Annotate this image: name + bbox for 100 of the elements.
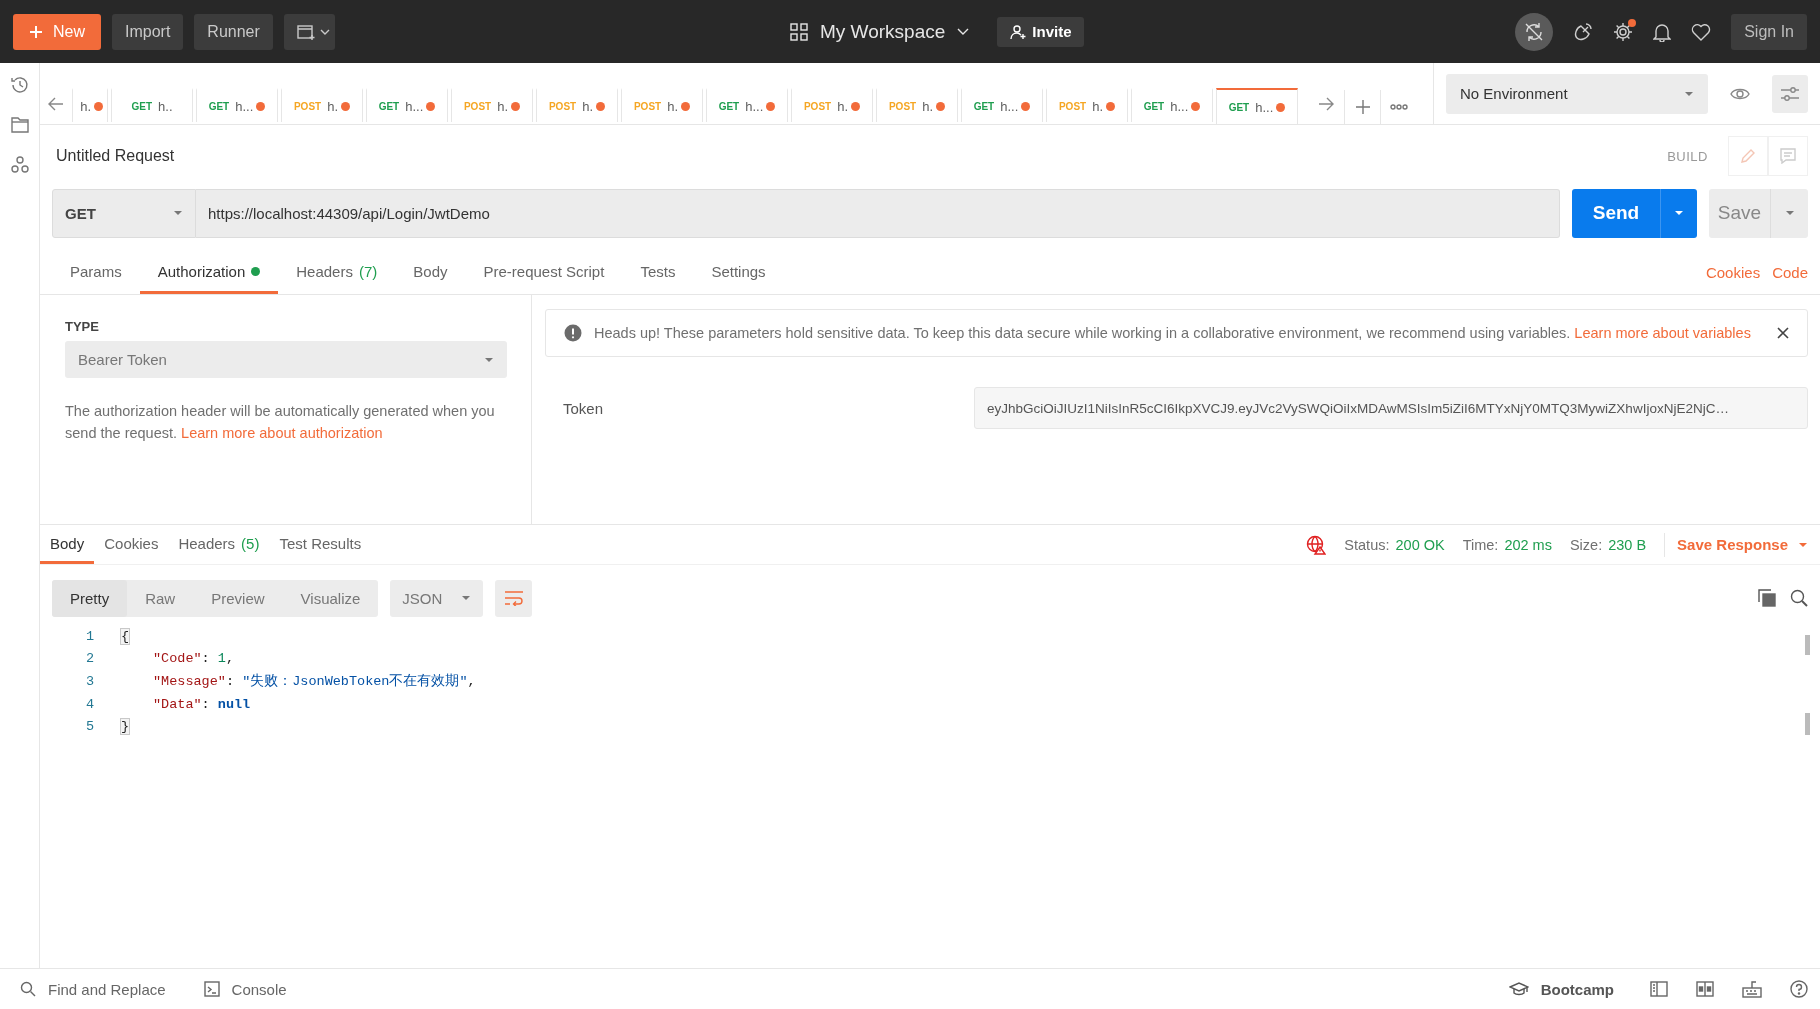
view-mode-button[interactable]: Raw — [127, 579, 194, 617]
section-tab[interactable]: Tests — [622, 251, 694, 294]
scrollbar-marker — [1805, 713, 1810, 735]
request-tab[interactable]: POST h. — [876, 88, 958, 122]
bootcamp-button[interactable]: Bootcamp — [1508, 980, 1614, 998]
caret-icon — [1684, 90, 1694, 97]
request-tab[interactable]: GET h... — [196, 88, 278, 122]
find-replace-button[interactable]: Find and Replace — [20, 980, 166, 998]
keyboard-icon[interactable] — [1742, 980, 1762, 998]
forward-arrow-icon[interactable] — [1318, 97, 1334, 111]
close-icon[interactable] — [1777, 327, 1789, 339]
history-icon[interactable] — [9, 75, 30, 95]
method-dropdown[interactable]: GET — [52, 188, 196, 238]
method-label: POST — [803, 100, 832, 112]
format-dropdown[interactable]: JSON — [390, 579, 484, 617]
url-field[interactable]: https://localhost:44309/api/Login/JwtDemo — [196, 188, 1560, 238]
tab-title: h... — [1170, 98, 1189, 114]
wrap-lines-icon — [503, 590, 524, 606]
tab-title: h... — [1000, 98, 1019, 114]
request-tab[interactable]: GET h... — [1216, 88, 1298, 124]
request-tab[interactable]: POST h. — [791, 88, 873, 122]
grid-icon — [790, 22, 808, 41]
token-label: Token — [563, 399, 604, 417]
bell-icon[interactable] — [1653, 21, 1672, 42]
token-field[interactable]: eyJhbGciOiJIUzI1NiIsInR5cCI6IkpXVCJ9.eyJVc2VySWQiOiIxMDAwMSIsIm5iZiI6MTYxNjY0MTQ3MywiZXhwIjoxNjE2NjC… — [974, 387, 1808, 429]
method-label: GET — [973, 100, 995, 112]
section-tab[interactable]: Authorization — [139, 251, 279, 294]
section-tab[interactable]: Pre-request Script — [465, 251, 623, 294]
section-tab[interactable]: Body — [40, 525, 95, 564]
terminal-icon — [203, 981, 220, 997]
tab-title: h. — [582, 98, 594, 114]
method-label: GET — [1228, 101, 1250, 113]
invite-button[interactable]: Invite — [997, 16, 1085, 47]
request-tab[interactable]: GET h... — [1131, 88, 1213, 122]
method-label: GET — [378, 100, 400, 112]
heart-icon[interactable] — [1691, 22, 1712, 41]
section-tab[interactable]: Params — [52, 251, 140, 294]
back-arrow-icon[interactable] — [48, 97, 64, 111]
environment-dropdown[interactable]: No Environment — [1446, 73, 1708, 114]
caret-icon — [461, 595, 472, 601]
tab-title: h... — [405, 98, 424, 114]
request-tab[interactable]: POST h. — [536, 88, 618, 122]
request-tab[interactable]: POST h. — [451, 88, 533, 122]
request-tab[interactable]: POST h. — [281, 88, 363, 122]
workspace-switcher[interactable]: My Workspace — [790, 20, 970, 43]
copy-icon[interactable] — [1758, 589, 1776, 607]
tab-title: h. — [667, 98, 679, 114]
two-pane-icon[interactable] — [1696, 981, 1714, 997]
request-tab[interactable]: GET h.. — [111, 88, 193, 122]
sign-in-button[interactable]: Sign In — [1731, 13, 1807, 50]
section-tab[interactable]: Body — [395, 251, 466, 294]
chevron-down-icon — [957, 27, 970, 36]
tab-title: h. — [837, 98, 849, 114]
search-icon[interactable] — [1790, 589, 1808, 607]
import-button[interactable]: Import — [112, 13, 184, 50]
caret-icon — [173, 210, 183, 216]
view-mode-button[interactable]: Pretty — [52, 579, 128, 617]
console-button[interactable]: Console — [203, 980, 287, 998]
auth-type-dropdown[interactable]: Bearer Token — [65, 341, 507, 378]
view-mode-button[interactable]: Preview — [193, 579, 283, 617]
caret-icon — [1674, 210, 1684, 216]
meta-label: Size: — [1569, 536, 1603, 553]
scrollbar-thumb[interactable] — [1805, 635, 1810, 655]
line-number: 1 — [84, 628, 94, 644]
search-icon — [20, 981, 36, 997]
method-label: POST — [463, 100, 492, 112]
sidebar-layout-icon[interactable] — [1650, 981, 1668, 997]
request-tab[interactable]: POST h. — [1046, 88, 1128, 122]
settings-icon[interactable] — [1613, 21, 1634, 42]
folder-icon[interactable] — [9, 115, 30, 135]
meta-value: 200 OK — [1395, 536, 1445, 553]
request-tab[interactable]: POST h. — [621, 88, 703, 122]
request-tab[interactable]: GET h... — [366, 88, 448, 122]
section-tab[interactable]: Headers (7) — [278, 251, 396, 294]
view-mode-button[interactable]: Visualize — [282, 579, 379, 617]
tab-title: h... — [745, 98, 764, 114]
section-tab[interactable]: Headers (5) — [168, 525, 270, 564]
request-tab[interactable]: GET h... — [706, 88, 788, 122]
send-button[interactable]: Send — [1572, 188, 1660, 238]
new-window-button[interactable] — [283, 13, 335, 50]
nodes-icon[interactable] — [9, 155, 30, 175]
runner-button[interactable]: Runner — [194, 13, 273, 50]
line-number: 2 — [84, 651, 94, 667]
sync-button[interactable] — [1515, 12, 1554, 51]
satellite-icon[interactable] — [1573, 21, 1594, 42]
send-options-button[interactable] — [1660, 188, 1697, 238]
tab-title: h. — [497, 98, 509, 114]
line-number: 3 — [84, 674, 94, 689]
section-tab[interactable]: Cookies — [94, 525, 169, 564]
method-label: GET — [208, 100, 230, 112]
settings-button[interactable] — [1772, 74, 1808, 113]
section-tab[interactable]: Test Results — [269, 525, 372, 564]
request-tab[interactable]: h. — [72, 88, 108, 122]
help-icon[interactable] — [1790, 980, 1808, 998]
method-label: GET — [718, 100, 740, 112]
line-number: 4 — [84, 696, 94, 712]
section-tab[interactable]: Settings — [693, 251, 784, 294]
wrap-lines-button[interactable] — [495, 579, 533, 617]
request-tab[interactable]: GET h... — [961, 88, 1043, 122]
tab-title: h.. — [158, 98, 173, 114]
